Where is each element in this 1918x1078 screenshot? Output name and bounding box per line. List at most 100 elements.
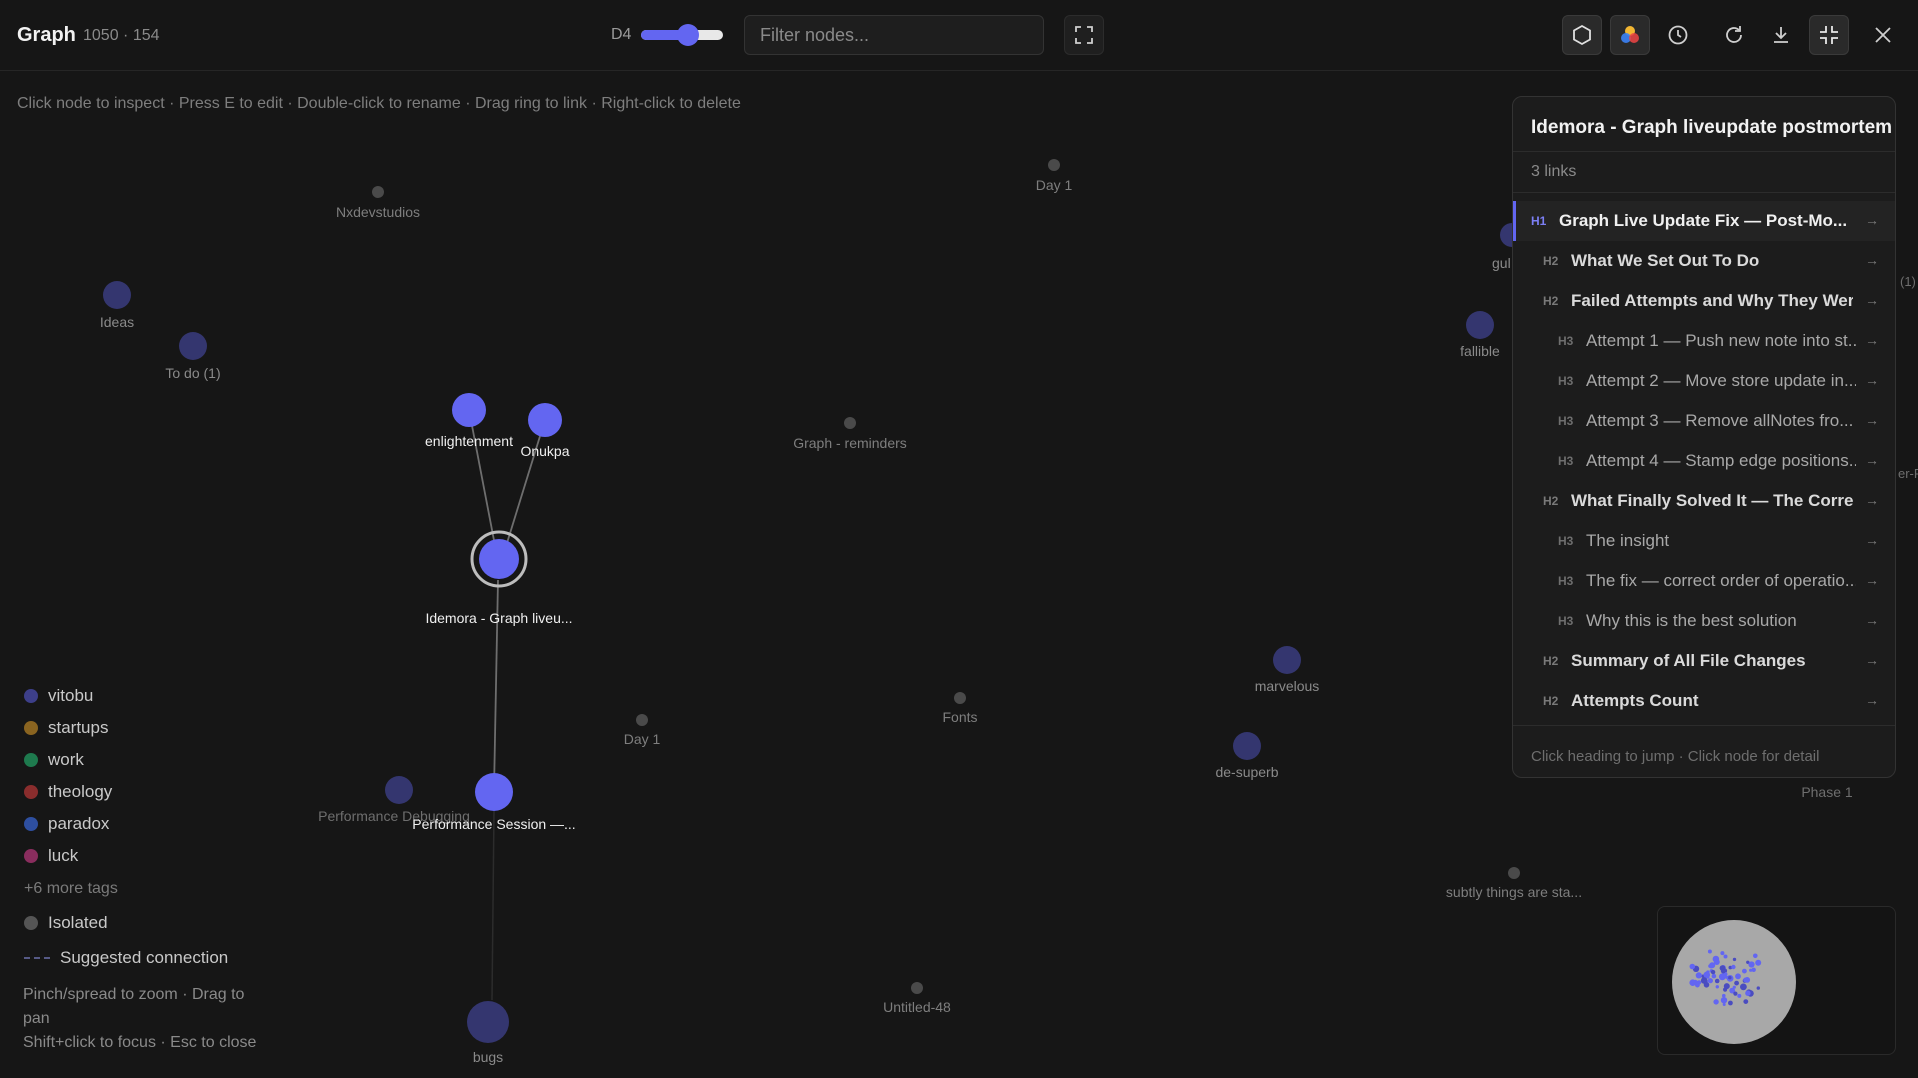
graph-node[interactable]	[372, 186, 384, 198]
minimap-node	[1689, 979, 1696, 986]
minimap-node	[1707, 978, 1713, 984]
graph-node[interactable]	[385, 776, 413, 804]
node-label-idemora: Idemora - Graph liveu...	[425, 610, 572, 626]
graph-node[interactable]	[636, 714, 648, 726]
clock-icon	[1668, 25, 1688, 45]
legend-item-work[interactable]: work	[24, 744, 228, 776]
arrow-right-icon: →	[1865, 332, 1879, 348]
minimap-node	[1696, 980, 1702, 985]
close-icon	[1875, 27, 1891, 43]
arrow-right-icon: →	[1865, 292, 1879, 308]
node-label-todo: To do (1)	[165, 365, 220, 381]
heading-level-badge: H3	[1558, 334, 1574, 348]
layout-mode-button[interactable]	[1562, 15, 1602, 55]
note-outline-panel: Idemora - Graph liveupdate postmortem 3 …	[1512, 96, 1896, 778]
graph-node[interactable]	[467, 1001, 509, 1043]
node-label-perf-session: Performance Session —...	[412, 816, 575, 832]
graph-node-connected[interactable]	[528, 403, 562, 437]
graph-node[interactable]	[1273, 646, 1301, 674]
graph-node[interactable]	[1508, 867, 1520, 879]
graph-node[interactable]	[179, 332, 207, 360]
filter-nodes-input[interactable]	[744, 15, 1044, 55]
outline-heading-h3[interactable]: H3 Attempt 1 — Push new note into st... →	[1513, 321, 1895, 361]
node-label-de-superb: de-superb	[1215, 764, 1278, 780]
depth-slider[interactable]	[641, 24, 723, 46]
minimap-node	[1743, 999, 1749, 1004]
graph-node[interactable]	[1048, 159, 1060, 171]
graph-node[interactable]	[103, 281, 131, 309]
minimap-node	[1743, 977, 1748, 983]
node-label-marvelous: marvelous	[1255, 678, 1320, 694]
legend-label: vitobu	[48, 686, 94, 705]
legend-dot	[24, 785, 38, 799]
outline-heading-h3[interactable]: H3 Why this is the best solution →	[1513, 601, 1895, 641]
graph-node[interactable]	[911, 982, 923, 994]
heading-text: Attempt 2 — Move store update in...	[1586, 371, 1856, 390]
minimap-node	[1722, 993, 1726, 998]
minimap-node	[1689, 963, 1696, 970]
fullscreen-button[interactable]	[1064, 15, 1104, 55]
legend-item-luck[interactable]: luck	[24, 840, 228, 872]
legend-item-paradox[interactable]: paradox	[24, 808, 228, 840]
minimap-node	[1728, 976, 1732, 980]
exit-fullscreen-button[interactable]	[1809, 15, 1849, 55]
legend-item-theology[interactable]: theology	[24, 776, 228, 808]
graph-node-connected[interactable]	[452, 393, 486, 427]
divider	[1513, 151, 1895, 152]
download-button[interactable]	[1761, 15, 1801, 55]
legend-dot	[24, 753, 38, 767]
minimap-node	[1713, 959, 1720, 965]
minimap-node	[1751, 967, 1756, 972]
heading-text: What We Set Out To Do	[1571, 251, 1760, 270]
minimap-node	[1745, 990, 1751, 996]
history-button[interactable]	[1658, 15, 1698, 55]
outline-heading-h2[interactable]: H2 What We Set Out To Do →	[1513, 241, 1895, 281]
refresh-button[interactable]	[1714, 15, 1754, 55]
outline-heading-h3[interactable]: H3 The fix — correct order of operatio...…	[1513, 561, 1895, 601]
heading-text: What Finally Solved It — The Correc...	[1571, 491, 1853, 510]
selected-node[interactable]	[479, 539, 519, 579]
color-by-tag-button[interactable]	[1610, 15, 1650, 55]
graph-node[interactable]	[954, 692, 966, 704]
outline-heading-h2[interactable]: H2 What Finally Solved It — The Correc...…	[1513, 481, 1895, 521]
minimap-node	[1748, 961, 1755, 968]
graph-node[interactable]	[1466, 311, 1494, 339]
minimap-node	[1713, 999, 1719, 1005]
arrow-right-icon: →	[1865, 452, 1879, 468]
outline-heading-h3[interactable]: H3 The insight →	[1513, 521, 1895, 561]
legend-item-isolated[interactable]: Isolated	[24, 906, 228, 940]
minimap-node	[1718, 973, 1726, 981]
graph-node[interactable]	[1233, 732, 1261, 760]
outline-heading-h2[interactable]: H2 Failed Attempts and Why They Wer... →	[1513, 281, 1895, 321]
panel-footer-hint: Click heading to jump · Click node for d…	[1531, 748, 1820, 765]
close-button[interactable]	[1863, 15, 1903, 55]
minimap-node	[1740, 983, 1747, 991]
heading-level-badge: H2	[1543, 254, 1559, 268]
minimap-node	[1722, 1003, 1726, 1006]
minimap[interactable]	[1657, 906, 1896, 1055]
outline-heading-h3[interactable]: H3 Attempt 2 — Move store update in... →	[1513, 361, 1895, 401]
depth-slider-thumb[interactable]	[677, 24, 699, 46]
legend-item-startups[interactable]: startups	[24, 712, 228, 744]
outline-heading-h2[interactable]: H2 Attempts Count →	[1513, 681, 1895, 721]
outline-heading-h3[interactable]: H3 Attempt 3 — Remove allNotes fro... →	[1513, 401, 1895, 441]
graph-node[interactable]	[844, 417, 856, 429]
legend-dot	[24, 817, 38, 831]
outline-heading-h1[interactable]: H1 Graph Live Update Fix — Post-Mo... →	[1513, 201, 1895, 241]
graph-node-connected[interactable]	[475, 773, 513, 811]
arrow-right-icon: →	[1865, 492, 1879, 508]
color-palette-icon	[1621, 26, 1639, 43]
minimap-node	[1734, 980, 1739, 986]
outline-heading-h2[interactable]: H2 Summary of All File Changes →	[1513, 641, 1895, 681]
minimap-canvas[interactable]	[1658, 907, 1896, 1055]
legend-label: theology	[48, 782, 113, 801]
legend-label: luck	[48, 846, 79, 865]
minimap-node	[1742, 968, 1747, 974]
heading-text: Attempts Count	[1571, 691, 1699, 710]
heading-level-badge: H1	[1531, 214, 1547, 228]
legend-more-tags[interactable]: +6 more tags	[24, 872, 228, 906]
legend-item-vitobu[interactable]: vitobu	[24, 680, 228, 712]
minimap-node	[1700, 977, 1708, 984]
legend-item-suggested: Suggested connection	[24, 940, 228, 976]
outline-heading-h3[interactable]: H3 Attempt 4 — Stamp edge positions... →	[1513, 441, 1895, 481]
